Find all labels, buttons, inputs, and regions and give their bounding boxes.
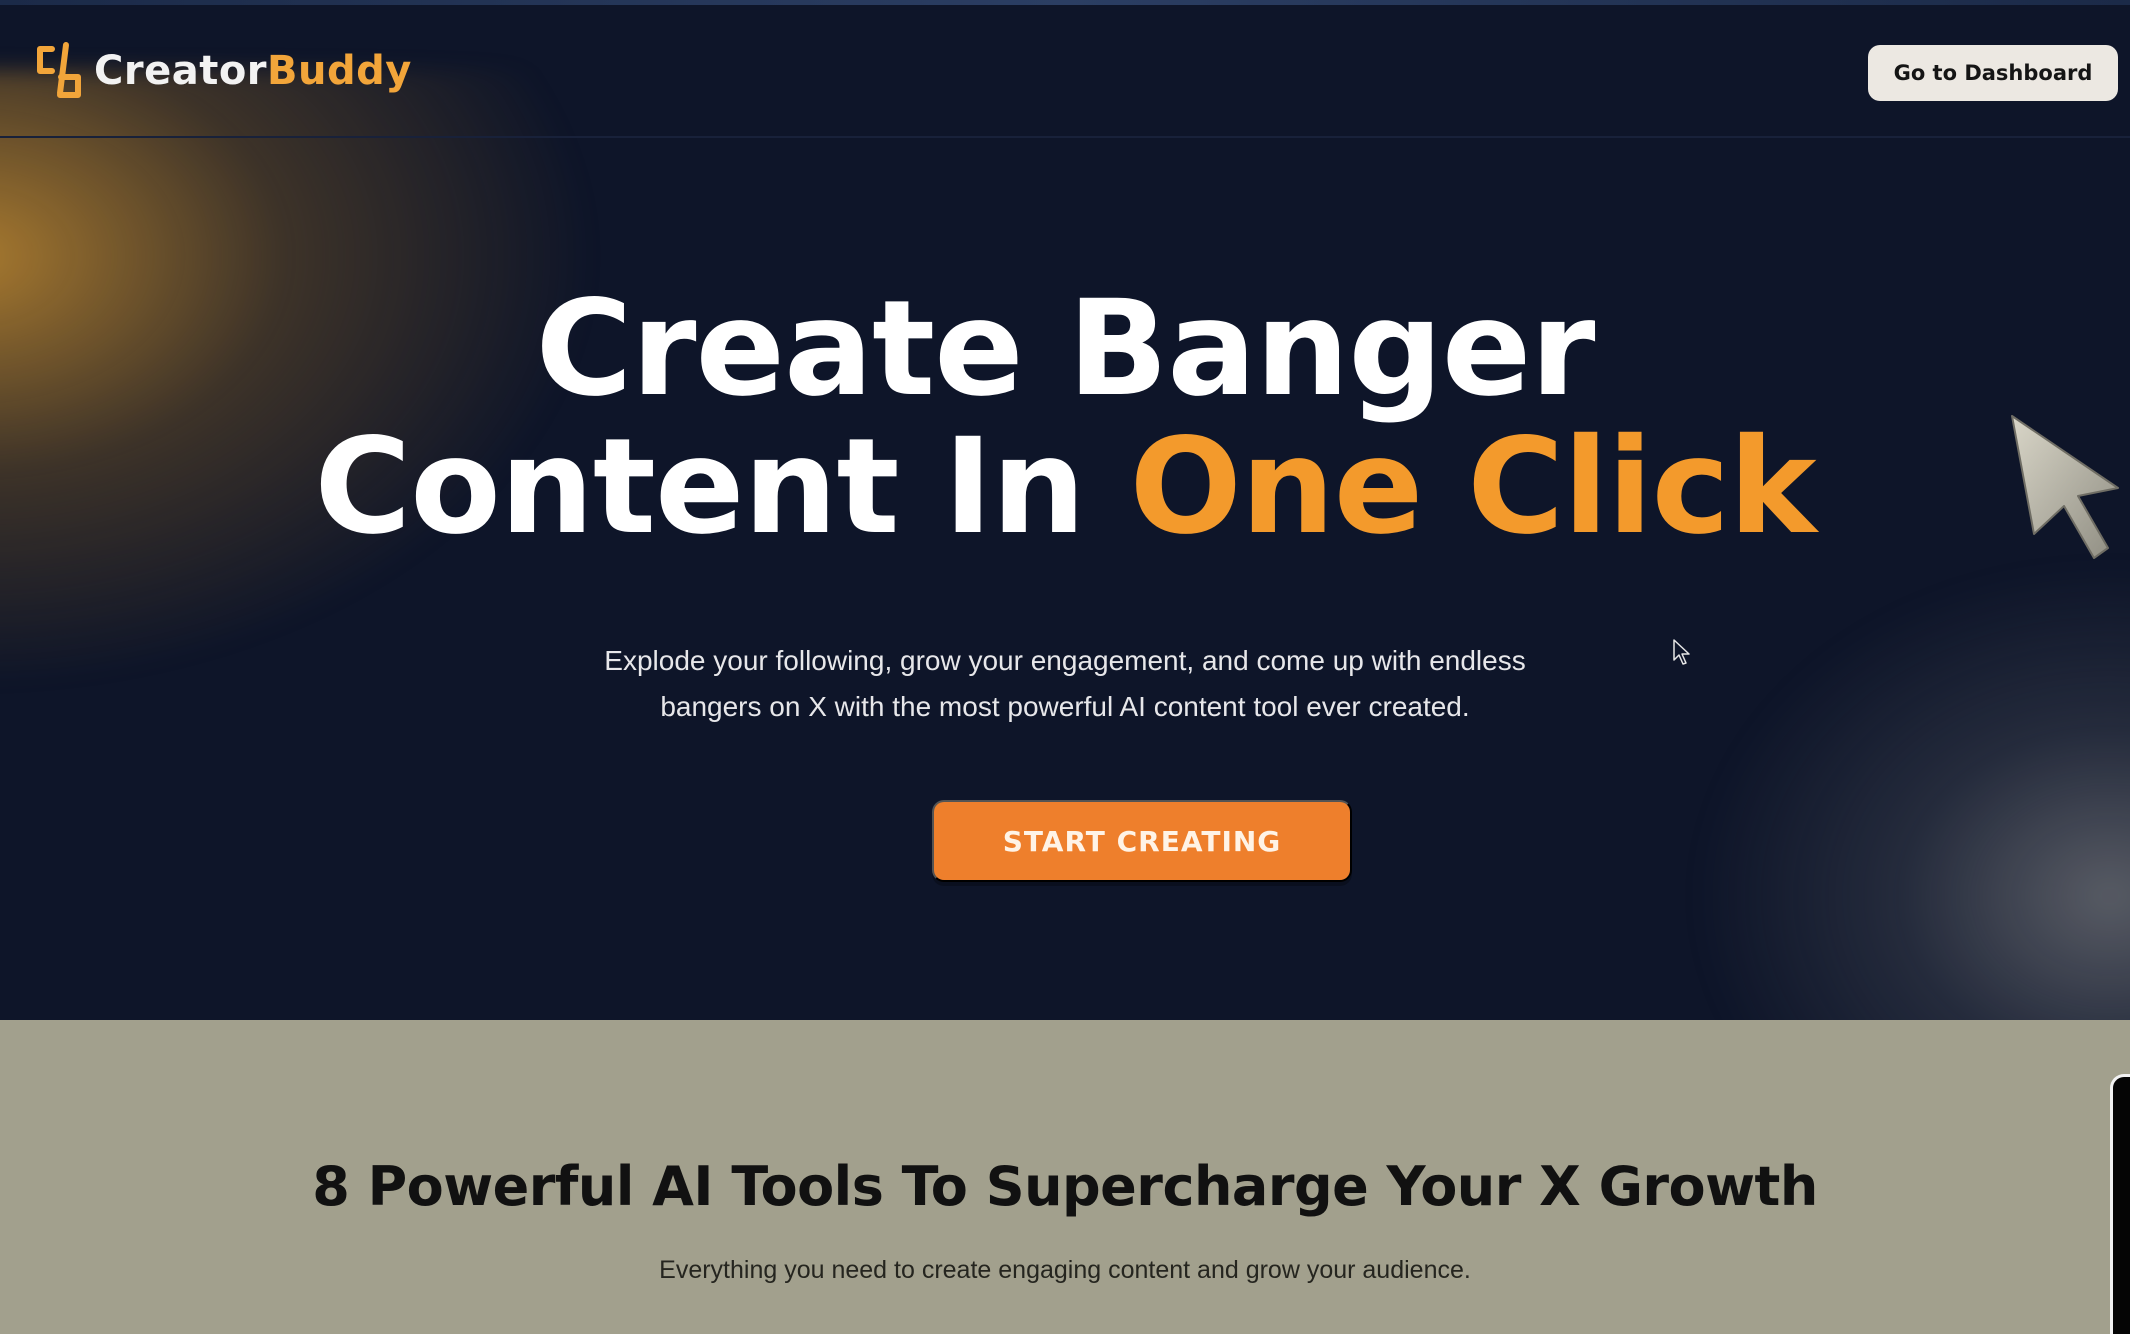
features-section: 8 Powerful AI Tools To Supercharge Your … xyxy=(0,1020,2130,1334)
hero-section: CreatorBuddy Go to Dashboard Create Bang… xyxy=(0,0,2130,1020)
go-to-dashboard-button[interactable]: Go to Dashboard xyxy=(1868,45,2118,101)
gray-glow-decoration xyxy=(1690,560,2130,1020)
headline-accent: One Click xyxy=(1129,410,1817,564)
features-subtitle: Everything you need to create engaging c… xyxy=(659,1256,1471,1284)
hero-subtext: Explode your following, grow your engage… xyxy=(0,638,2130,730)
overlay-device-edge xyxy=(2110,1074,2130,1334)
headline-line1: Create Banger xyxy=(535,272,1596,426)
hero-headline: Create Banger Content In One Click xyxy=(0,280,2130,556)
brand-logo[interactable]: CreatorBuddy xyxy=(32,41,412,101)
subtext-line1: Explode your following, grow your engage… xyxy=(604,645,1526,676)
subtext-line2: bangers on X with the most powerful AI c… xyxy=(660,691,1470,722)
large-cursor-icon xyxy=(2011,415,2119,559)
features-title: 8 Powerful AI Tools To Supercharge Your … xyxy=(312,1155,1818,1218)
logo-mark-icon xyxy=(37,42,81,98)
brand-name-part2: Buddy xyxy=(267,48,412,94)
landing-page: CreatorBuddy Go to Dashboard Create Bang… xyxy=(0,0,2130,1334)
headline-line2-start: Content In xyxy=(314,410,1130,564)
brand-name: CreatorBuddy xyxy=(94,48,412,94)
top-navbar: CreatorBuddy Go to Dashboard xyxy=(0,5,2130,138)
brand-name-part1: Creator xyxy=(94,48,268,94)
mouse-pointer-icon xyxy=(1673,639,1690,665)
start-creating-button[interactable]: START CREATING xyxy=(932,800,1352,882)
